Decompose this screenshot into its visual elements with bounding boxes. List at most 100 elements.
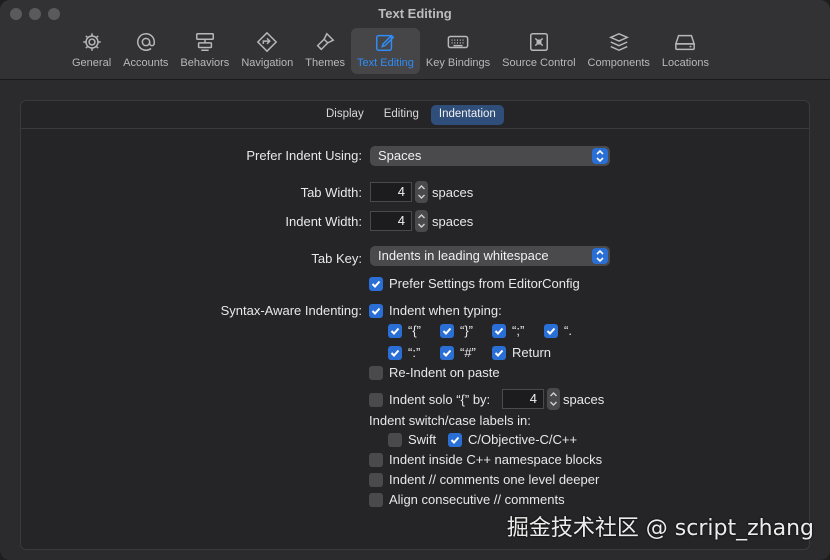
source-control-icon xyxy=(529,33,548,51)
toolbar-label: Navigation xyxy=(241,57,294,69)
toolbar-label: Locations xyxy=(661,57,709,69)
brush-icon xyxy=(316,32,335,51)
char-semicolon-checkbox[interactable]: “;” xyxy=(492,323,524,338)
indent-solo-input[interactable]: 4 xyxy=(502,389,544,409)
at-icon xyxy=(136,33,155,51)
checkbox-label: Return xyxy=(512,345,552,360)
tab-editing[interactable]: Editing xyxy=(376,105,427,125)
checkbox-label: Indent // comments one level deeper xyxy=(389,472,600,487)
behaviors-icon xyxy=(195,33,214,51)
gear-icon xyxy=(82,33,101,51)
checkbox-label: “. xyxy=(564,323,572,338)
indent-width-stepper[interactable] xyxy=(415,210,428,232)
toolbar-label: Components xyxy=(587,57,650,69)
indent-solo-stepper[interactable] xyxy=(547,388,560,410)
toolbar-key-bindings[interactable]: Key Bindings xyxy=(420,28,496,74)
titlebar: Text Editing General Accounts Behaviors … xyxy=(0,0,830,80)
tab-display[interactable]: Display xyxy=(318,105,372,125)
tab-indentation[interactable]: Indentation xyxy=(430,105,504,125)
indent-solo-checkbox[interactable]: Indent solo “{” by: xyxy=(369,392,490,407)
switch-c-objc-checkbox[interactable]: C/Objective-C/C++ xyxy=(448,432,577,447)
toolbar-label: Themes xyxy=(305,57,346,69)
checkmark-icon xyxy=(544,323,558,338)
stepper-icon xyxy=(550,392,557,406)
watermark: 掘金技术社区 @ script_zhang xyxy=(506,516,814,541)
toolbar-components[interactable]: Components xyxy=(582,28,656,74)
checkbox-label: C/Objective-C/C++ xyxy=(468,432,578,447)
toolbar-source-control[interactable]: Source Control xyxy=(496,28,581,74)
checkbox-label: Align consecutive // comments xyxy=(389,492,565,507)
indent-width-label: Indent Width: xyxy=(285,214,362,229)
tab-divider xyxy=(21,128,809,129)
toolbar-themes[interactable]: Themes xyxy=(299,28,351,74)
stepper-icon xyxy=(418,214,425,228)
indent-solo-unit: spaces xyxy=(563,392,605,407)
comments-deeper-checkbox[interactable]: Indent // comments one level deeper xyxy=(369,472,599,487)
unchecked-box-icon xyxy=(369,472,383,487)
navigation-icon xyxy=(257,31,278,53)
toolbar-locations[interactable]: Locations xyxy=(656,28,715,74)
unchecked-box-icon xyxy=(369,392,383,407)
unchecked-box-icon xyxy=(369,365,383,380)
toolbar-accounts[interactable]: Accounts xyxy=(117,28,174,74)
tab-key-label: Tab Key: xyxy=(311,251,362,266)
switch-case-label: Indent switch/case labels in: xyxy=(369,413,531,428)
toolbar-label: Source Control xyxy=(502,57,576,69)
checkmark-icon xyxy=(388,323,402,338)
tab-width-stepper[interactable] xyxy=(415,181,428,203)
toolbar-label: General xyxy=(72,57,112,69)
checkbox-label: Swift xyxy=(408,432,437,447)
indent-width-unit: spaces xyxy=(432,214,474,229)
unchecked-box-icon xyxy=(369,492,383,507)
checkbox-label: Re-Indent on paste xyxy=(389,365,500,380)
toolbar-label: Behaviors xyxy=(180,57,230,69)
toolbar-label: Key Bindings xyxy=(425,57,491,69)
checkmark-icon xyxy=(448,432,462,447)
char-close-brace-checkbox[interactable]: “}” xyxy=(440,323,473,338)
tab-width-label: Tab Width: xyxy=(300,185,362,200)
switch-swift-checkbox[interactable]: Swift xyxy=(388,432,436,447)
cpp-namespace-checkbox[interactable]: Indent inside C++ namespace blocks xyxy=(369,452,602,467)
preferences-window: Text Editing General Accounts Behaviors … xyxy=(0,0,830,560)
checkmark-icon xyxy=(440,323,454,338)
checkmark-icon xyxy=(388,345,402,360)
checkmark-icon xyxy=(369,276,383,291)
tab-width-input[interactable]: 4 xyxy=(370,182,412,202)
checkbox-label: “}” xyxy=(460,323,473,338)
toolbar-label: Text Editing xyxy=(357,57,414,69)
char-open-brace-checkbox[interactable]: “{” xyxy=(388,323,421,338)
reindent-paste-checkbox[interactable]: Re-Indent on paste xyxy=(369,365,500,380)
toolbar-label: Accounts xyxy=(123,57,169,69)
checkbox-label: “;” xyxy=(512,323,525,338)
pencil-square-icon xyxy=(376,34,395,51)
char-return-checkbox[interactable]: Return xyxy=(492,345,551,360)
toolbar-navigation[interactable]: Navigation xyxy=(235,28,299,74)
prefer-indent-label: Prefer Indent Using: xyxy=(246,148,362,163)
keyboard-icon xyxy=(447,35,469,49)
char-colon-checkbox[interactable]: “:” xyxy=(388,345,420,360)
checkbox-label: Indent solo “{” by: xyxy=(389,392,491,407)
toolbar-behaviors[interactable]: Behaviors xyxy=(174,28,235,74)
window-title: Text Editing xyxy=(378,6,452,21)
toolbar-text-editing[interactable]: Text Editing xyxy=(351,28,420,74)
checkbox-label: Prefer Settings from EditorConfig xyxy=(389,276,580,291)
chevron-updown-icon xyxy=(592,148,608,164)
indent-when-typing-checkbox[interactable]: Indent when typing: xyxy=(369,303,502,318)
char-hash-checkbox[interactable]: “#” xyxy=(440,345,476,360)
prefer-indent-select[interactable]: Spaces xyxy=(370,146,610,166)
tab-key-select[interactable]: Indents in leading whitespace xyxy=(370,246,610,266)
preferences-toolbar: General Accounts Behaviors Navigation Th… xyxy=(66,28,715,76)
indent-width-input[interactable]: 4 xyxy=(370,211,412,231)
char-period-checkbox[interactable]: “. xyxy=(544,323,572,338)
prefer-indent-value: Spaces xyxy=(378,148,422,163)
checkbox-label: “{” xyxy=(408,323,421,338)
editorconfig-checkbox[interactable]: Prefer Settings from EditorConfig xyxy=(369,276,580,291)
chevron-updown-icon xyxy=(592,248,608,264)
toolbar-general[interactable]: General xyxy=(66,28,117,74)
tab-width-unit: spaces xyxy=(432,185,474,200)
checkbox-label: “:” xyxy=(408,345,421,360)
checkbox-label: Indent when typing: xyxy=(389,303,502,318)
align-comments-checkbox[interactable]: Align consecutive // comments xyxy=(369,492,565,507)
drive-icon xyxy=(675,34,696,51)
checkmark-icon xyxy=(440,345,454,360)
